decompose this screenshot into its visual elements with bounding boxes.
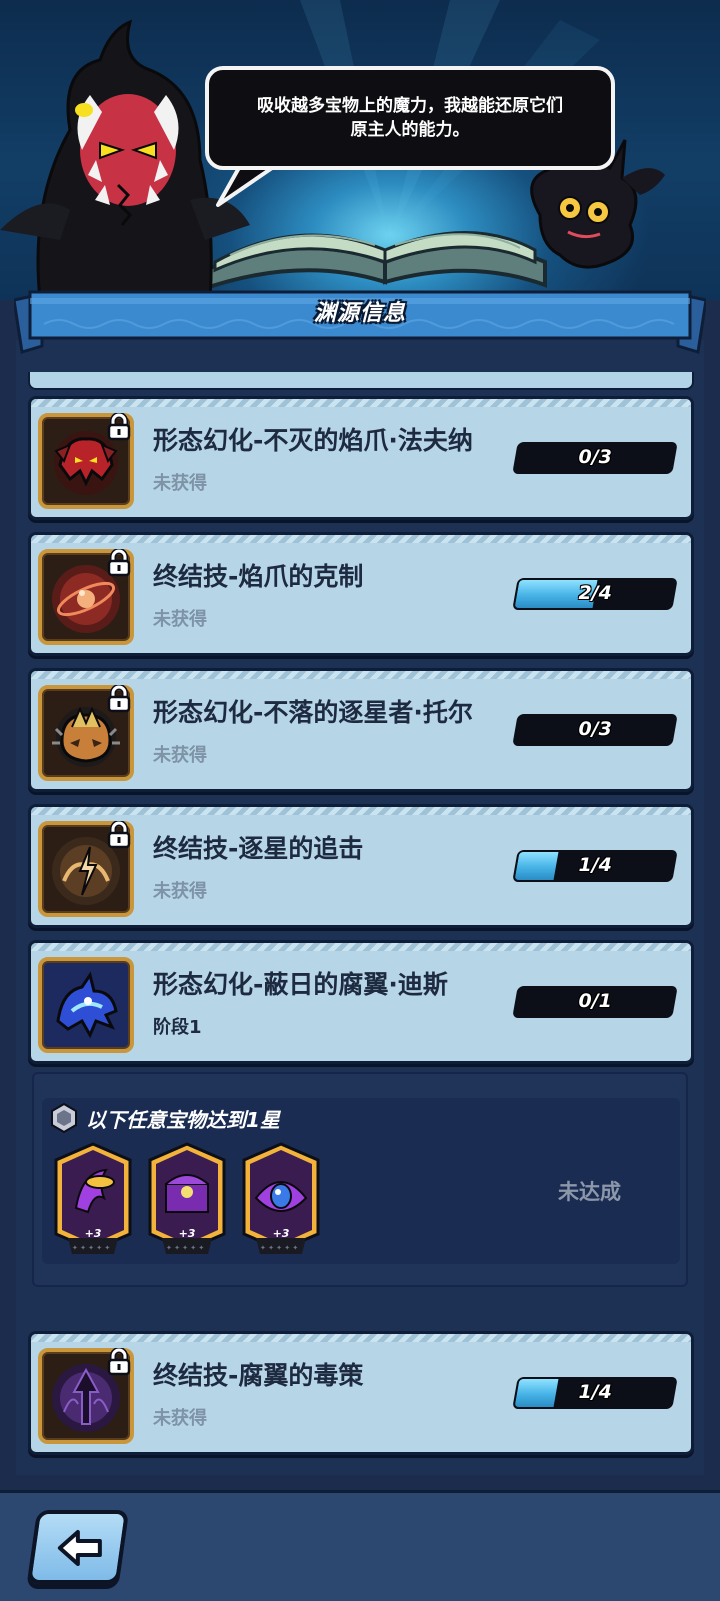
card-title: 终结技-腐翼的毒策 — [153, 1361, 364, 1390]
purple-horn-treasure-icon[interactable]: ✦ ✦ ✦ ✦ ✦ — [54, 1142, 132, 1260]
lock-icon — [107, 821, 131, 849]
progress-text: 1/4 — [578, 1381, 612, 1403]
skill-card[interactable]: 形态幻化-不灭的焰爪·法夫纳 未获得 0/3 — [28, 396, 694, 520]
card-status: 未获得 — [153, 881, 207, 902]
skill-card[interactable]: 终结技-腐翼的毒策 未获得 1/4 — [28, 1331, 694, 1455]
progress-text: 1/4 — [578, 854, 612, 876]
progress-bar: 1/4 — [512, 1377, 678, 1409]
progress-bar: 0/3 — [512, 714, 678, 746]
progress-text: 0/1 — [578, 990, 612, 1012]
lock-icon — [107, 413, 131, 441]
card-stage: 阶段1 — [153, 1017, 202, 1038]
panel-title: 渊源信息 — [313, 301, 406, 326]
svg-text:✦ ✦ ✦ ✦ ✦: ✦ ✦ ✦ ✦ ✦ — [260, 1244, 298, 1252]
purple-eye-treasure-icon[interactable]: ✦ ✦ ✦ ✦ ✦ — [242, 1142, 320, 1260]
card-title: 终结技-逐星的追击 — [153, 834, 364, 863]
lock-icon — [107, 549, 131, 577]
lock-icon — [107, 685, 131, 713]
progress-text: 0/3 — [578, 446, 612, 468]
svg-text:✦ ✦ ✦ ✦ ✦: ✦ ✦ ✦ ✦ ✦ — [166, 1244, 204, 1252]
card-title: 形态幻化-蔽日的腐翼·迪斯 — [153, 970, 448, 999]
progress-bar: 1/4 — [512, 850, 678, 882]
treasure-level: +3 — [84, 1227, 102, 1240]
card-status: 未获得 — [153, 745, 207, 766]
purple-chest-treasure-icon[interactable]: ✦ ✦ ✦ ✦ ✦ — [148, 1142, 226, 1260]
card-status: 未获得 — [153, 1408, 207, 1429]
speech-text: 吸收越多宝物上的魔力，我越能还原它们 原主人的能力。 — [257, 96, 563, 140]
back-arrow-icon — [57, 1530, 102, 1566]
hexagon-gem-icon — [51, 1103, 77, 1133]
skill-card[interactable]: 形态幻化-不落的逐星者·托尔 未获得 0/3 — [28, 668, 694, 792]
svg-text:✦ ✦ ✦ ✦ ✦: ✦ ✦ ✦ ✦ ✦ — [72, 1244, 110, 1252]
treasure-level: +3 — [272, 1227, 290, 1240]
requirement-status: 未达成 — [558, 1180, 621, 1204]
treasure-level: +3 — [178, 1227, 196, 1240]
card-status: 未获得 — [153, 473, 207, 494]
card-title: 终结技-焰爪的克制 — [153, 562, 364, 591]
card-title: 形态幻化-不落的逐星者·托尔 — [153, 698, 473, 727]
progress-bar: 2/4 — [512, 578, 678, 610]
progress-bar: 0/3 — [512, 442, 678, 474]
skill-card[interactable]: 终结技-逐星的追击 未获得 1/4 — [28, 804, 694, 928]
speech-bubble: 吸收越多宝物上的魔力，我越能还原它们 原主人的能力。 — [205, 66, 615, 170]
blue-wing-creature-icon — [38, 957, 134, 1053]
list-scroll-edge — [28, 372, 694, 390]
card-status: 未获得 — [153, 609, 207, 630]
open-book-icon — [198, 231, 547, 293]
progress-text: 0/3 — [578, 718, 612, 740]
requirement-title: 以下任意宝物达到1星 — [86, 1108, 280, 1132]
progress-text: 2/4 — [578, 582, 612, 604]
card-title: 形态幻化-不灭的焰爪·法夫纳 — [153, 426, 473, 455]
lock-icon — [107, 1348, 131, 1376]
header-scene: 吸收越多宝物上的魔力，我越能还原它们 原主人的能力。 — [0, 0, 720, 300]
progress-bar: 0/1 — [512, 986, 678, 1018]
skill-card[interactable]: 形态幻化-蔽日的腐翼·迪斯 阶段1 0/1 — [28, 940, 694, 1064]
back-button[interactable] — [26, 1510, 130, 1584]
skill-card[interactable]: 终结技-焰爪的克制 未获得 2/4 — [28, 532, 694, 656]
